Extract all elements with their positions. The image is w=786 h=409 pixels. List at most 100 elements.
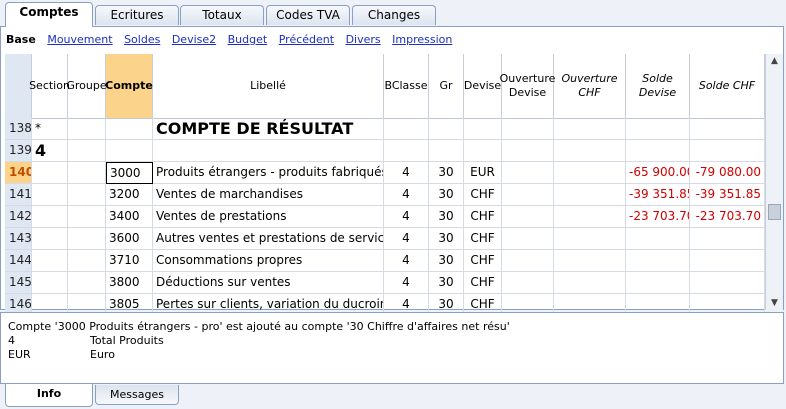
cell-ouverture-devise[interactable]: [502, 140, 554, 162]
cell-section[interactable]: 4: [32, 140, 68, 162]
cell-compte[interactable]: 3400: [106, 206, 153, 228]
tab-changes[interactable]: Changes: [352, 5, 436, 25]
cell-compte[interactable]: [106, 118, 153, 140]
cell-groupe[interactable]: [68, 206, 106, 228]
cell-devise[interactable]: CHF: [464, 228, 502, 250]
view-mouvement[interactable]: Mouvement: [47, 33, 112, 46]
cell-bclasse[interactable]: 4: [384, 228, 429, 250]
cell-libelle[interactable]: [153, 140, 384, 162]
cell-solde-chf[interactable]: -23 703.70: [690, 206, 765, 228]
cell-ouverture-devise[interactable]: [502, 294, 554, 312]
cell-devise[interactable]: [464, 140, 502, 162]
cell-libelle[interactable]: Produits étrangers - produits fabriqués: [153, 162, 384, 184]
table-row[interactable]: 145 3800 Déductions sur ventes 4 30 CHF: [5, 272, 765, 294]
cell-solde-devise[interactable]: [626, 294, 690, 312]
table-row[interactable]: 144 3710 Consommations propres 4 30 CHF: [5, 250, 765, 272]
cell-ouverture-chf[interactable]: [554, 294, 626, 312]
cell-solde-devise[interactable]: -39 351.85: [626, 184, 690, 206]
cell-compte[interactable]: 3805: [106, 294, 153, 312]
view-soldes[interactable]: Soldes: [124, 33, 160, 46]
cell-groupe[interactable]: [68, 162, 106, 184]
col-libelle[interactable]: Libellé: [153, 54, 384, 118]
cell-libelle[interactable]: Autres ventes et prestations de services: [153, 228, 384, 250]
table-row[interactable]: 142 3400 Ventes de prestations 4 30 CHF -23 70…: [5, 206, 765, 228]
col-bclasse[interactable]: BClasse: [384, 54, 429, 118]
cell-compte[interactable]: 3000: [106, 162, 153, 184]
col-section[interactable]: Section: [29, 54, 70, 118]
cell-solde-chf[interactable]: [690, 228, 765, 250]
cell-section[interactable]: *: [32, 118, 68, 140]
view-precedent[interactable]: Précédent: [279, 33, 334, 46]
cell-section[interactable]: [32, 294, 68, 312]
cell-groupe[interactable]: [68, 140, 106, 162]
cell-libelle[interactable]: Ventes de prestations: [153, 206, 384, 228]
tab-totaux[interactable]: Totaux: [180, 5, 264, 25]
cell-ouverture-devise[interactable]: [502, 206, 554, 228]
cell-gr[interactable]: 30: [429, 250, 464, 272]
cell-section[interactable]: [32, 250, 68, 272]
tab-comptes[interactable]: Comptes: [5, 2, 93, 27]
cell-gr[interactable]: 30: [429, 228, 464, 250]
vertical-scrollbar[interactable]: ▲ ▼: [765, 54, 783, 310]
cell-devise[interactable]: CHF: [464, 272, 502, 294]
cell-ouverture-devise[interactable]: [502, 184, 554, 206]
cell-compte[interactable]: [106, 140, 153, 162]
table-row[interactable]: 139 4: [5, 140, 765, 162]
tab-info[interactable]: Info: [5, 384, 93, 407]
cell-bclasse[interactable]: [384, 118, 429, 140]
cell-compte[interactable]: 3710: [106, 250, 153, 272]
cell-section[interactable]: [32, 228, 68, 250]
view-budget[interactable]: Budget: [228, 33, 268, 46]
cell-bclasse[interactable]: 4: [384, 206, 429, 228]
cell-libelle[interactable]: Déductions sur ventes: [153, 272, 384, 294]
tab-codes-tva[interactable]: Codes TVA: [266, 5, 350, 25]
tab-messages[interactable]: Messages: [95, 385, 179, 405]
cell-bclasse[interactable]: 4: [384, 272, 429, 294]
cell-compte[interactable]: 3600: [106, 228, 153, 250]
cell-ouverture-devise[interactable]: [502, 162, 554, 184]
cell-ouverture-chf[interactable]: [554, 228, 626, 250]
scroll-down-icon[interactable]: ▼: [768, 297, 781, 309]
cell-solde-chf[interactable]: [690, 272, 765, 294]
cell-groupe[interactable]: [68, 118, 106, 140]
cell-devise[interactable]: EUR: [464, 162, 502, 184]
cell-bclasse[interactable]: 4: [384, 184, 429, 206]
col-ouverture-chf[interactable]: Ouverture CHF: [554, 54, 626, 118]
cell-solde-chf[interactable]: [690, 140, 765, 162]
cell-ouverture-chf[interactable]: [554, 140, 626, 162]
cell-solde-devise[interactable]: [626, 140, 690, 162]
cell-solde-devise[interactable]: [626, 228, 690, 250]
view-devise2[interactable]: Devise2: [172, 33, 216, 46]
scroll-up-icon[interactable]: ▲: [768, 55, 781, 67]
col-devise[interactable]: Devise: [464, 54, 502, 118]
table-row[interactable]: 138 * COMPTE DE RÉSULTAT: [5, 118, 765, 140]
cell-devise[interactable]: CHF: [464, 294, 502, 312]
cell-groupe[interactable]: [68, 228, 106, 250]
cell-devise[interactable]: CHF: [464, 250, 502, 272]
cell-section[interactable]: [32, 272, 68, 294]
cell-devise[interactable]: [464, 118, 502, 140]
cell-devise[interactable]: CHF: [464, 184, 502, 206]
cell-ouverture-devise[interactable]: [502, 272, 554, 294]
cell-solde-chf[interactable]: -39 351.85: [690, 184, 765, 206]
cell-bclasse[interactable]: 4: [384, 162, 429, 184]
table-row[interactable]: 140 3000 Produits étrangers - produits fab…: [5, 162, 765, 184]
cell-devise[interactable]: CHF: [464, 206, 502, 228]
cell-solde-chf[interactable]: [690, 118, 765, 140]
col-gr[interactable]: Gr: [429, 54, 464, 118]
cell-solde-devise[interactable]: -65 900.00: [626, 162, 690, 184]
scroll-thumb[interactable]: [768, 204, 781, 220]
cell-section[interactable]: [32, 162, 68, 184]
cell-solde-devise[interactable]: [626, 118, 690, 140]
cell-compte[interactable]: 3200: [106, 184, 153, 206]
view-impression[interactable]: Impression: [392, 33, 452, 46]
cell-gr[interactable]: [429, 140, 464, 162]
cell-libelle[interactable]: Pertes sur clients, variation du ducroir…: [153, 294, 384, 312]
cell-gr[interactable]: [429, 118, 464, 140]
col-ouverture-devise[interactable]: Ouverture Devise: [500, 54, 555, 118]
table-row[interactable]: 146 3805 Pertes sur clients, variation du …: [5, 294, 765, 312]
cell-bclasse[interactable]: 4: [384, 294, 429, 312]
cell-groupe[interactable]: [68, 294, 106, 312]
cell-gr[interactable]: 30: [429, 272, 464, 294]
cell-solde-devise[interactable]: [626, 272, 690, 294]
